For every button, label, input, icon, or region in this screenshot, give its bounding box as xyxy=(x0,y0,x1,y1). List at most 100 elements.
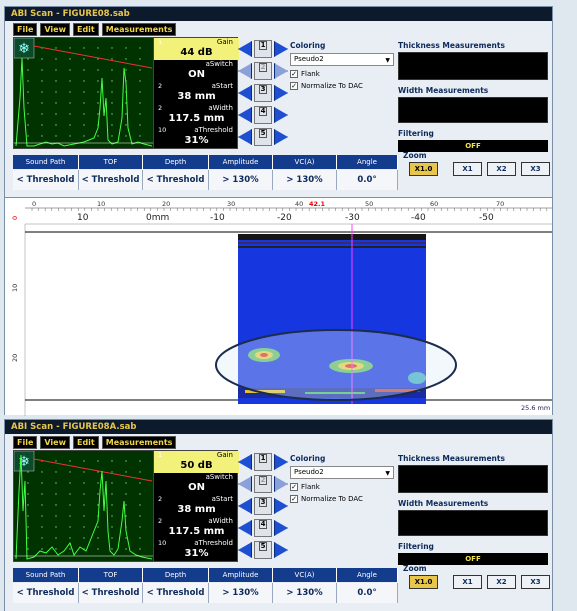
param-controls: 1 2 3 4 5 xyxy=(237,39,289,149)
measurement-panel: Thickness Measurements Width Measurement… xyxy=(398,41,550,152)
palette-select[interactable]: Pseudo2 ▼ xyxy=(290,466,394,479)
flank-checkbox[interactable]: ✓ Flank xyxy=(290,483,400,491)
thickness-display xyxy=(398,465,548,493)
step-button[interactable]: 4 xyxy=(254,106,272,124)
step-button[interactable]: 5 xyxy=(254,541,272,559)
window-title: ABI Scan - FIGURE08A.sab xyxy=(5,420,552,434)
measurement-panel: Thickness Measurements Width Measurement… xyxy=(398,454,550,565)
zoom-section: Zoom X1.0 X1 X2 X3 xyxy=(403,564,553,589)
zoom-x1-button[interactable]: X1 xyxy=(453,575,482,589)
chevron-down-icon: ▼ xyxy=(385,470,390,477)
increase-arrow-icon[interactable] xyxy=(274,498,288,514)
decrease-arrow-icon[interactable] xyxy=(238,542,252,558)
decrease-arrow-icon[interactable] xyxy=(238,476,252,492)
a-scan-waveform xyxy=(15,57,153,147)
increase-arrow-icon[interactable] xyxy=(274,520,288,536)
ruler-label: 10 xyxy=(97,200,105,208)
decrease-arrow-icon[interactable] xyxy=(238,520,252,536)
scale-label: -40 xyxy=(411,213,426,223)
a-scan-display: ❄ xyxy=(13,37,156,149)
step-button[interactable]: 3 xyxy=(254,84,272,102)
a-scan-waveform xyxy=(15,454,153,560)
decrease-arrow-icon[interactable] xyxy=(238,63,252,79)
decrease-arrow-icon[interactable] xyxy=(238,129,252,145)
ruler-label: 40 xyxy=(295,200,303,208)
decrease-arrow-icon[interactable] xyxy=(238,85,252,101)
menu-file[interactable]: File xyxy=(13,436,38,449)
coloring-section: Coloring Pseudo2 ▼ ✓ Flank ✓ Normalize To D… xyxy=(290,41,400,121)
increase-arrow-icon[interactable] xyxy=(274,63,288,79)
depth-tick: 0 xyxy=(11,216,19,220)
a-scan-display: ❄ xyxy=(13,450,156,562)
width-display xyxy=(398,97,548,123)
increase-arrow-icon[interactable] xyxy=(274,41,288,57)
zoom-x2-button[interactable]: X2 xyxy=(487,575,516,589)
grid-dots xyxy=(27,47,155,137)
step-button[interactable]: 1 xyxy=(254,453,272,471)
increase-arrow-icon[interactable] xyxy=(274,85,288,101)
ruler-label: 0 xyxy=(32,200,36,208)
decrease-arrow-icon[interactable] xyxy=(238,41,252,57)
increase-arrow-icon[interactable] xyxy=(274,476,288,492)
menu-view[interactable]: View xyxy=(40,436,70,449)
param-aswitch[interactable]: aSwitch ON xyxy=(154,60,239,82)
step-button[interactable]: 3 xyxy=(254,497,272,515)
menu-measurements[interactable]: Measurements xyxy=(101,436,177,449)
depth-tick: 20 xyxy=(11,354,19,362)
param-awidth[interactable]: 2 aWidth 117.5 mm xyxy=(154,517,239,539)
increase-arrow-icon[interactable] xyxy=(274,107,288,123)
coloring-section: Coloring Pseudo2 ▼ ✓ Flank ✓ Normalize To D… xyxy=(290,454,400,534)
menu-edit[interactable]: Edit xyxy=(72,436,99,449)
param-controls: 1 2 3 4 5 xyxy=(237,452,289,562)
menu-file[interactable]: File xyxy=(13,23,38,36)
palette-select[interactable]: Pseudo2 ▼ xyxy=(290,53,394,66)
normalize-dac-checkbox[interactable]: ✓ Normalize To DAC xyxy=(290,495,400,503)
ruler-label: 20 xyxy=(162,200,170,208)
param-aswitch[interactable]: aSwitch ON xyxy=(154,473,239,495)
zoom-section: Zoom X1.0 X1 X2 X3 xyxy=(403,151,553,176)
increase-arrow-icon[interactable] xyxy=(274,542,288,558)
zoom-x1-0-button[interactable]: X1.0 xyxy=(409,162,438,176)
scale-label: 0mm xyxy=(146,213,169,223)
parameter-panel: 1 Gain 44 dB aSwitch ON 2 aStart 38 mm 2… xyxy=(153,37,239,149)
param-astart[interactable]: 2 aStart 38 mm xyxy=(154,82,239,104)
param-gain[interactable]: 1 Gain 44 dB xyxy=(154,38,239,60)
step-button[interactable]: 1 xyxy=(254,40,272,58)
menu-edit[interactable]: Edit xyxy=(72,23,99,36)
param-gain[interactable]: 1 Gain 50 dB xyxy=(154,451,239,473)
flank-checkbox[interactable]: ✓ Flank xyxy=(290,70,400,78)
decrease-arrow-icon[interactable] xyxy=(238,454,252,470)
highlight-ellipse xyxy=(215,329,457,401)
gain-value: 50 dB xyxy=(180,460,213,471)
step-button[interactable]: 2 xyxy=(254,475,272,493)
zoom-x3-button[interactable]: X3 xyxy=(521,575,550,589)
step-button[interactable]: 4 xyxy=(254,519,272,537)
ruler-label: 60 xyxy=(430,200,438,208)
param-athreshold[interactable]: 10 aThreshold 31% xyxy=(154,126,239,148)
scale-label: -50 xyxy=(479,213,494,223)
step-button[interactable]: 5 xyxy=(254,128,272,146)
menu-measurements[interactable]: Measurements xyxy=(101,23,177,36)
zoom-x3-button[interactable]: X3 xyxy=(521,162,550,176)
param-athreshold[interactable]: 10 aThreshold 31% xyxy=(154,539,239,561)
b-scan-display[interactable]: 0 10 20 30 40 42.1 50 60 70 10 0mm -10 -… xyxy=(5,197,552,416)
zoom-x1-0-button[interactable]: X1.0 xyxy=(409,575,438,589)
dac-curve xyxy=(33,458,153,482)
scale-label: 10 xyxy=(77,213,89,223)
decrease-arrow-icon[interactable] xyxy=(238,107,252,123)
gain-value: 44 dB xyxy=(180,47,213,58)
param-astart[interactable]: 2 aStart 38 mm xyxy=(154,495,239,517)
zoom-x1-button[interactable]: X1 xyxy=(453,162,482,176)
dac-curve xyxy=(33,45,153,69)
increase-arrow-icon[interactable] xyxy=(274,454,288,470)
depth-tick: 10 xyxy=(11,284,19,292)
menu-bar: File View Edit Measurements xyxy=(13,436,177,449)
param-awidth[interactable]: 2 aWidth 117.5 mm xyxy=(154,104,239,126)
svg-text:❄: ❄ xyxy=(18,41,30,57)
decrease-arrow-icon[interactable] xyxy=(238,498,252,514)
increase-arrow-icon[interactable] xyxy=(274,129,288,145)
zoom-x2-button[interactable]: X2 xyxy=(487,162,516,176)
menu-view[interactable]: View xyxy=(40,23,70,36)
normalize-dac-checkbox[interactable]: ✓ Normalize To DAC xyxy=(290,82,400,90)
step-button[interactable]: 2 xyxy=(254,62,272,80)
